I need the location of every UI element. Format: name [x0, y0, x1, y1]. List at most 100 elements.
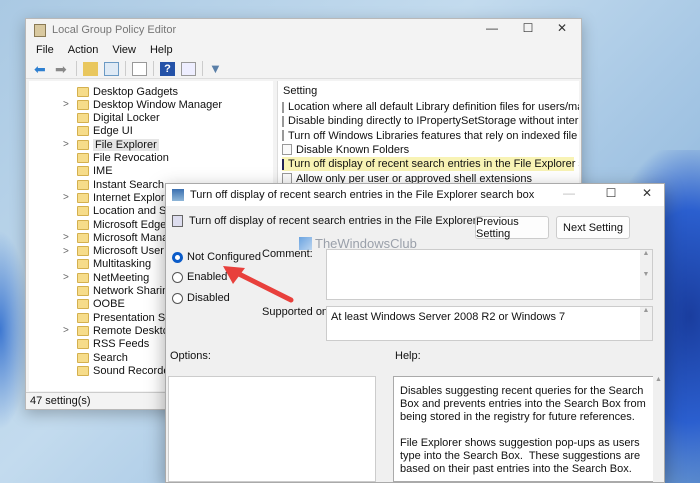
- menu-view[interactable]: View: [112, 44, 136, 56]
- maximize-button[interactable]: ☐: [513, 21, 543, 35]
- setting-row[interactable]: Turn off Windows Libraries features that…: [282, 129, 579, 143]
- folder-icon: [77, 272, 89, 283]
- radio-not-configured[interactable]: Not Configured: [172, 251, 261, 263]
- minimize-button[interactable]: —: [477, 21, 507, 35]
- folder-icon: [77, 99, 89, 110]
- comment-textarea[interactable]: ▲ ▼: [326, 249, 653, 300]
- setting-name: Turn off display of recent search entrie…: [288, 158, 579, 171]
- toolbar: ⬅ ➡ ? ▼: [26, 59, 581, 79]
- folder-icon: [77, 299, 89, 310]
- up-folder-icon[interactable]: [83, 61, 98, 76]
- chevron-right-icon[interactable]: >: [63, 325, 69, 336]
- setting-name: Disable binding directly to IPropertySet…: [288, 115, 579, 128]
- dialog-maximize-button[interactable]: ☐: [596, 186, 626, 200]
- setting-column-header[interactable]: Setting: [283, 85, 317, 97]
- tree-item-label: Internet Explorer: [93, 191, 175, 204]
- setting-icon: [172, 215, 183, 227]
- radio-enabled[interactable]: Enabled: [172, 271, 227, 283]
- tree-item[interactable]: > Desktop Window Manager: [63, 98, 223, 111]
- help-scrollbar[interactable]: ▲: [653, 376, 664, 482]
- menu-action[interactable]: Action: [68, 44, 99, 56]
- back-icon[interactable]: ⬅: [34, 62, 49, 76]
- tree-item[interactable]: > NetMeeting: [63, 271, 150, 284]
- menu-help[interactable]: Help: [150, 44, 173, 56]
- close-button[interactable]: ✕: [547, 21, 577, 35]
- tree-item-label: Instant Search: [93, 178, 164, 191]
- dialog-close-button[interactable]: ✕: [632, 186, 662, 200]
- folder-icon: [77, 232, 89, 243]
- tree-item[interactable]: > Internet Explorer: [63, 191, 175, 204]
- tree-item-label: Network Sharing: [93, 285, 175, 297]
- tree-item-label: Digital Locker: [93, 112, 160, 125]
- folder-icon: [77, 325, 89, 336]
- tree-item-label: Sound Recorder: [93, 364, 174, 377]
- dialog-minimize-button: —: [563, 186, 575, 200]
- tree-item-label: Search: [93, 351, 128, 364]
- folder-icon: [77, 312, 89, 323]
- options-label: Options:: [170, 350, 211, 362]
- tree-item[interactable]: Search: [77, 351, 128, 364]
- chevron-right-icon[interactable]: >: [63, 232, 69, 243]
- tree-item[interactable]: Network Sharing: [77, 285, 174, 298]
- show-hide-tree-icon[interactable]: [104, 61, 119, 76]
- tree-item[interactable]: > File Explorer: [63, 138, 159, 151]
- forward-icon[interactable]: ➡: [55, 62, 70, 76]
- folder-icon: [77, 219, 89, 230]
- tree-item-label: Desktop Window Manager: [93, 98, 223, 111]
- chevron-right-icon[interactable]: >: [63, 139, 69, 150]
- previous-setting-button[interactable]: Previous Setting: [475, 216, 549, 240]
- tree-item[interactable]: IME: [77, 165, 113, 178]
- help-icon[interactable]: ?: [160, 61, 175, 76]
- folder-icon: [77, 179, 89, 190]
- export-list-icon[interactable]: [132, 61, 147, 76]
- tree-item-label: NetMeeting: [93, 271, 150, 284]
- setting-row[interactable]: Disable Known Folders: [282, 143, 574, 157]
- policy-icon: [172, 189, 184, 201]
- tree-item[interactable]: Digital Locker: [77, 112, 160, 125]
- setting-row[interactable]: Disable binding directly to IPropertySet…: [282, 114, 579, 128]
- supported-on-label: Supported on:: [262, 306, 332, 318]
- comment-label: Comment:: [262, 248, 313, 260]
- policy-setting-icon: [282, 115, 284, 127]
- supported-scrollbar[interactable]: ▲: [640, 307, 652, 340]
- help-text: Disables suggesting recent queries for t…: [393, 376, 655, 482]
- chevron-right-icon[interactable]: >: [63, 246, 69, 257]
- policy-setting-icon: [282, 144, 292, 156]
- radio-button[interactable]: [172, 271, 183, 283]
- policy-setting-icon: [282, 130, 284, 142]
- radio-button-checked[interactable]: [172, 251, 183, 263]
- properties-icon[interactable]: [181, 61, 196, 76]
- tree-item[interactable]: Sound Recorder: [77, 364, 173, 377]
- menu-file[interactable]: File: [36, 44, 54, 56]
- setting-name: Location where all default Library defin…: [288, 101, 579, 113]
- chevron-right-icon[interactable]: >: [63, 192, 69, 203]
- folder-icon: [77, 126, 89, 137]
- tree-item[interactable]: Instant Search: [77, 178, 164, 191]
- tree-item[interactable]: OOBE: [77, 298, 125, 311]
- setting-row[interactable]: Location where all default Library defin…: [282, 100, 579, 114]
- tree-item-label: OOBE: [93, 298, 125, 311]
- folder-icon: [77, 166, 89, 177]
- red-arrow-annotation: [223, 266, 294, 303]
- next-setting-button[interactable]: Next Setting: [556, 216, 630, 239]
- tree-item-label: Multitasking: [93, 258, 152, 271]
- menu-bar: File Action View Help: [26, 41, 581, 59]
- tree-item-label: IME: [93, 165, 113, 178]
- options-panel: [168, 376, 376, 482]
- chevron-right-icon[interactable]: >: [63, 99, 69, 110]
- setting-name: Disable Known Folders: [296, 143, 410, 156]
- tree-item[interactable]: Edge UI: [77, 125, 133, 138]
- comment-scrollbar[interactable]: ▲ ▼: [640, 250, 652, 299]
- tree-item[interactable]: Microsoft Edge: [77, 218, 166, 231]
- tree-item[interactable]: RSS Feeds: [77, 338, 149, 351]
- tree-item[interactable]: File Revocation: [77, 152, 169, 165]
- tree-item[interactable]: Desktop Gadgets: [77, 85, 178, 98]
- policy-setting-icon: [282, 158, 284, 170]
- setting-row[interactable]: Turn off display of recent search entrie…: [282, 157, 579, 172]
- filter-icon[interactable]: ▼: [209, 61, 224, 76]
- help-label: Help:: [395, 350, 421, 362]
- tree-item[interactable]: Multitasking: [77, 258, 151, 271]
- chevron-right-icon[interactable]: >: [63, 272, 69, 283]
- tree-item-label: Edge UI: [93, 125, 133, 138]
- radio-button[interactable]: [172, 292, 183, 304]
